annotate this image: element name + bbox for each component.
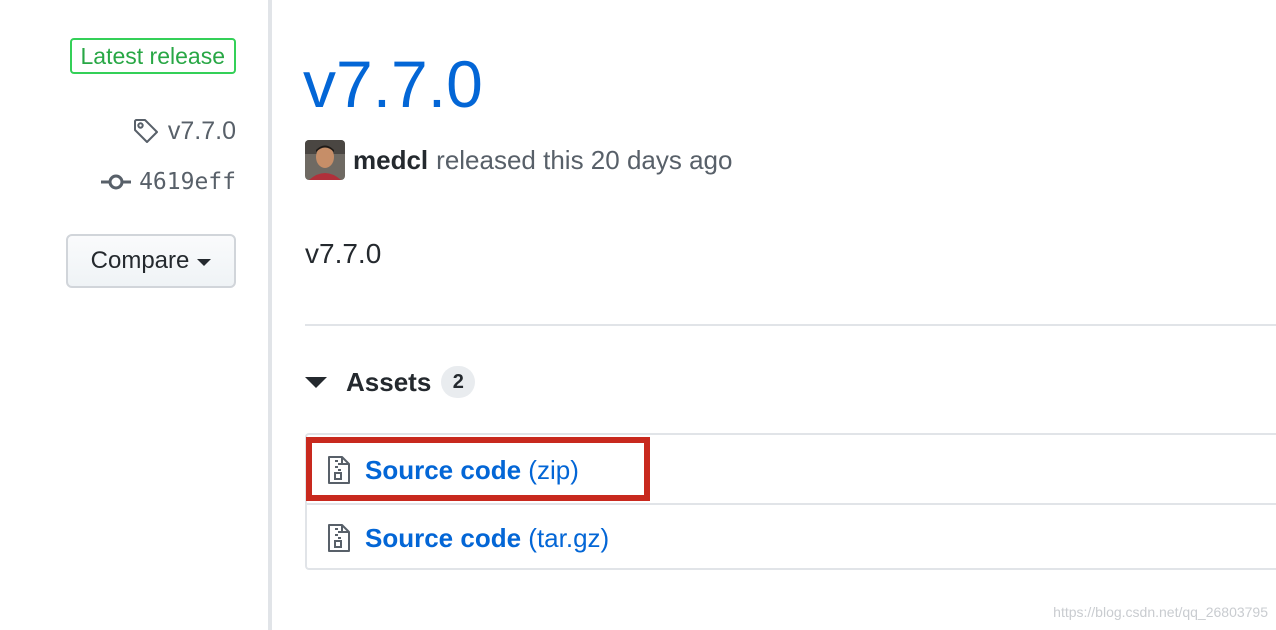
asset-link-zip[interactable]: Source code (zip) [365,455,579,486]
compare-button[interactable]: Compare [66,234,236,288]
asset-extension: (tar.gz) [528,522,610,553]
author-avatar[interactable] [305,140,345,180]
file-zip-icon [327,455,351,485]
release-author-line: medcl released this 20 days ago [305,140,732,180]
asset-name: Source code [365,454,522,485]
commit-sha: 4619eff [139,169,236,195]
asset-name: Source code [365,522,522,553]
compare-button-label: Compare [90,247,190,274]
assets-list: Source code (zip) Source code (tar.gz) [305,433,1276,570]
watermark-text: https://blog.csdn.net/qq_26803795 [1053,604,1268,620]
release-meta-column: Latest release v7.7.0 4619eff Compare [0,0,270,630]
assets-count-badge: 2 [441,366,476,398]
caret-down-icon [197,258,212,266]
column-divider [268,0,272,630]
asset-extension: (zip) [528,454,579,485]
release-notes: v7.7.0 [305,238,382,269]
release-tag[interactable]: v7.7.0 [132,114,236,148]
asset-link-targz[interactable]: Source code (tar.gz) [365,523,609,554]
release-main-column: v7.7.0 medcl released this 20 days ago v… [303,0,1276,630]
released-time-text: released this 20 days ago [436,145,733,175]
assets-toggle[interactable]: Assets 2 [305,364,476,400]
release-page: Latest release v7.7.0 4619eff Compare v7… [0,0,1276,630]
tag-label: v7.7.0 [167,117,236,145]
file-zip-icon [327,523,351,553]
section-divider [305,324,1276,326]
commit-icon [101,172,132,192]
asset-row-targz[interactable]: Source code (tar.gz) [307,505,1276,571]
author-name[interactable]: medcl [353,140,428,180]
assets-heading: Assets [346,366,432,397]
triangle-down-icon [305,376,327,388]
tag-icon [132,117,160,145]
release-commit[interactable]: 4619eff [101,166,236,198]
asset-row-zip[interactable]: Source code (zip) [307,437,1276,503]
release-title[interactable]: v7.7.0 [303,42,483,126]
latest-release-badge: Latest release [69,38,236,74]
